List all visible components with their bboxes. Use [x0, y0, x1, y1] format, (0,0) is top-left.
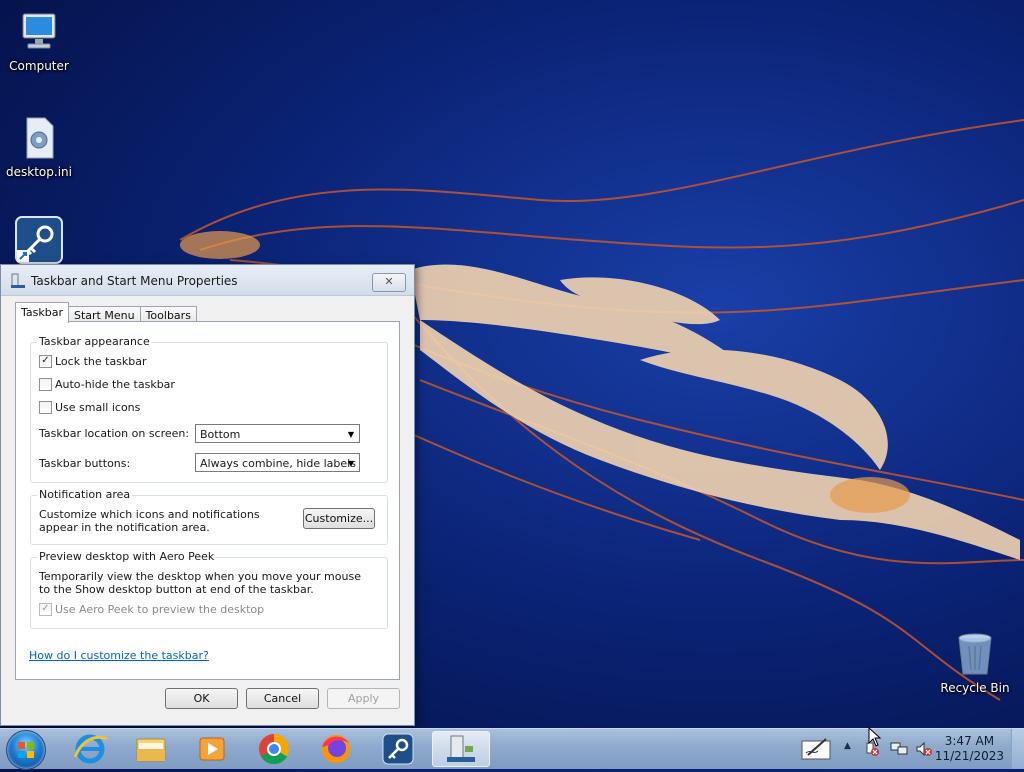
firefox-icon — [322, 735, 350, 763]
group-title: Notification area — [37, 488, 133, 501]
desktop-icon-label: desktop.ini — [6, 165, 72, 179]
small-icons-option[interactable]: Use small icons — [39, 400, 141, 415]
media-player-icon — [199, 737, 225, 761]
key-shortcut-icon — [15, 216, 63, 264]
dialog-titlebar[interactable]: Taskbar and Start Menu Properties ✕ — [1, 265, 414, 296]
cancel-button[interactable]: Cancel — [246, 688, 319, 709]
tab-taskbar[interactable]: Taskbar — [15, 302, 69, 323]
apply-button: Apply — [327, 688, 400, 709]
buttons-value: Always combine, hide labels — [200, 457, 356, 470]
system-clock[interactable]: 3:47 AM 11/21/2023 — [935, 734, 1004, 764]
location-value: Bottom — [200, 428, 241, 441]
clock-date: 11/21/2023 — [934, 749, 1004, 763]
keepass-icon — [382, 733, 414, 765]
checkbox-label: Use small icons — [55, 401, 141, 414]
customize-button[interactable]: Customize... — [303, 508, 375, 529]
taskbar-tab-panel: Taskbar appearance ✓ Lock the taskbar Aut… — [15, 321, 400, 680]
taskbar-firefox[interactable] — [309, 731, 363, 767]
desktop-icon-keepass-shortcut[interactable] — [1, 216, 77, 267]
file-explorer-icon — [136, 738, 166, 762]
checkbox-label: Auto-hide the taskbar — [55, 378, 175, 391]
desktop-icon-recycle-bin[interactable]: Recycle Bin — [937, 630, 1013, 695]
start-button[interactable] — [6, 730, 46, 770]
aero-peek-group: Preview desktop with Aero Peek Temporari… — [30, 550, 388, 629]
recycle-bin-icon — [951, 630, 999, 678]
dialog-title: Taskbar and Start Menu Properties — [31, 274, 238, 288]
show-hidden-icons-button[interactable]: ▲ — [844, 741, 856, 751]
help-link[interactable]: How do I customize the taskbar? — [29, 649, 209, 662]
desktop-icon-label: Computer — [9, 59, 69, 73]
desktop-icon-computer[interactable]: Computer — [1, 8, 77, 73]
checkbox-label: Lock the taskbar — [55, 355, 147, 368]
notification-description: Customize which icons and notifications … — [39, 508, 260, 534]
close-button[interactable]: ✕ — [372, 273, 406, 292]
ok-button[interactable]: OK — [165, 688, 238, 709]
show-desktop-button[interactable] — [1011, 729, 1024, 769]
group-title: Preview desktop with Aero Peek — [37, 550, 217, 563]
checkbox-label: Use Aero Peek to preview the desktop — [55, 603, 265, 616]
windows-logo-icon — [18, 742, 34, 758]
chrome-icon — [259, 734, 290, 765]
aero-peek-option: ✓ Use Aero Peek to preview the desktop — [39, 602, 265, 617]
aero-peek-description: Temporarily view the desktop when you mo… — [39, 570, 361, 596]
internet-explorer-icon — [73, 734, 108, 764]
taskbar-internet-explorer[interactable] — [63, 731, 117, 767]
taskbar-appearance-group: Taskbar appearance ✓ Lock the taskbar Aut… — [30, 335, 388, 483]
taskbar-chrome[interactable] — [247, 731, 301, 767]
dropdown-arrow-icon: ▼ — [347, 459, 354, 468]
clock-time: 3:47 AM — [944, 734, 995, 748]
taskbar-properties-dialog: Taskbar and Start Menu Properties ✕ Task… — [0, 264, 415, 726]
buttons-label: Taskbar buttons: — [39, 457, 131, 470]
taskbar-media-player[interactable] — [185, 731, 239, 767]
taskbar-buttons-dropdown[interactable]: Always combine, hide labels ▼ — [195, 453, 360, 472]
autohide-option[interactable]: Auto-hide the taskbar — [39, 377, 175, 392]
notification-area-group: Notification area Customize which icons … — [30, 488, 388, 545]
taskbar-properties-window[interactable] — [432, 731, 490, 767]
autohide-checkbox[interactable] — [39, 377, 52, 391]
taskbar-properties-icon — [10, 273, 26, 289]
tab-strip: Taskbar Start Menu Toolbars — [15, 302, 197, 325]
computer-icon — [15, 8, 63, 56]
group-title: Taskbar appearance — [37, 335, 152, 348]
lock-taskbar-option[interactable]: ✓ Lock the taskbar — [39, 354, 147, 369]
network-icon[interactable] — [890, 741, 908, 757]
taskbar-file-explorer[interactable] — [124, 731, 178, 767]
mouse-cursor-icon — [868, 726, 882, 747]
dropdown-arrow-icon: ▼ — [347, 430, 354, 439]
desktop-icon-label: Recycle Bin — [940, 681, 1010, 695]
location-dropdown[interactable]: Bottom ▼ — [195, 424, 360, 443]
volume-muted-icon[interactable] — [915, 741, 933, 757]
small-icons-checkbox[interactable] — [39, 400, 52, 414]
location-label: Taskbar location on screen: — [39, 427, 190, 440]
pen-input-icon[interactable] — [800, 735, 834, 763]
taskbar-keepass[interactable] — [371, 731, 425, 767]
lock-taskbar-checkbox[interactable]: ✓ — [39, 354, 52, 368]
aero-peek-checkbox: ✓ — [39, 602, 52, 616]
settings-file-icon — [15, 114, 63, 162]
taskbar-properties-icon — [447, 735, 475, 762]
desktop-icon-desktop-ini[interactable]: desktop.ini — [1, 114, 77, 179]
